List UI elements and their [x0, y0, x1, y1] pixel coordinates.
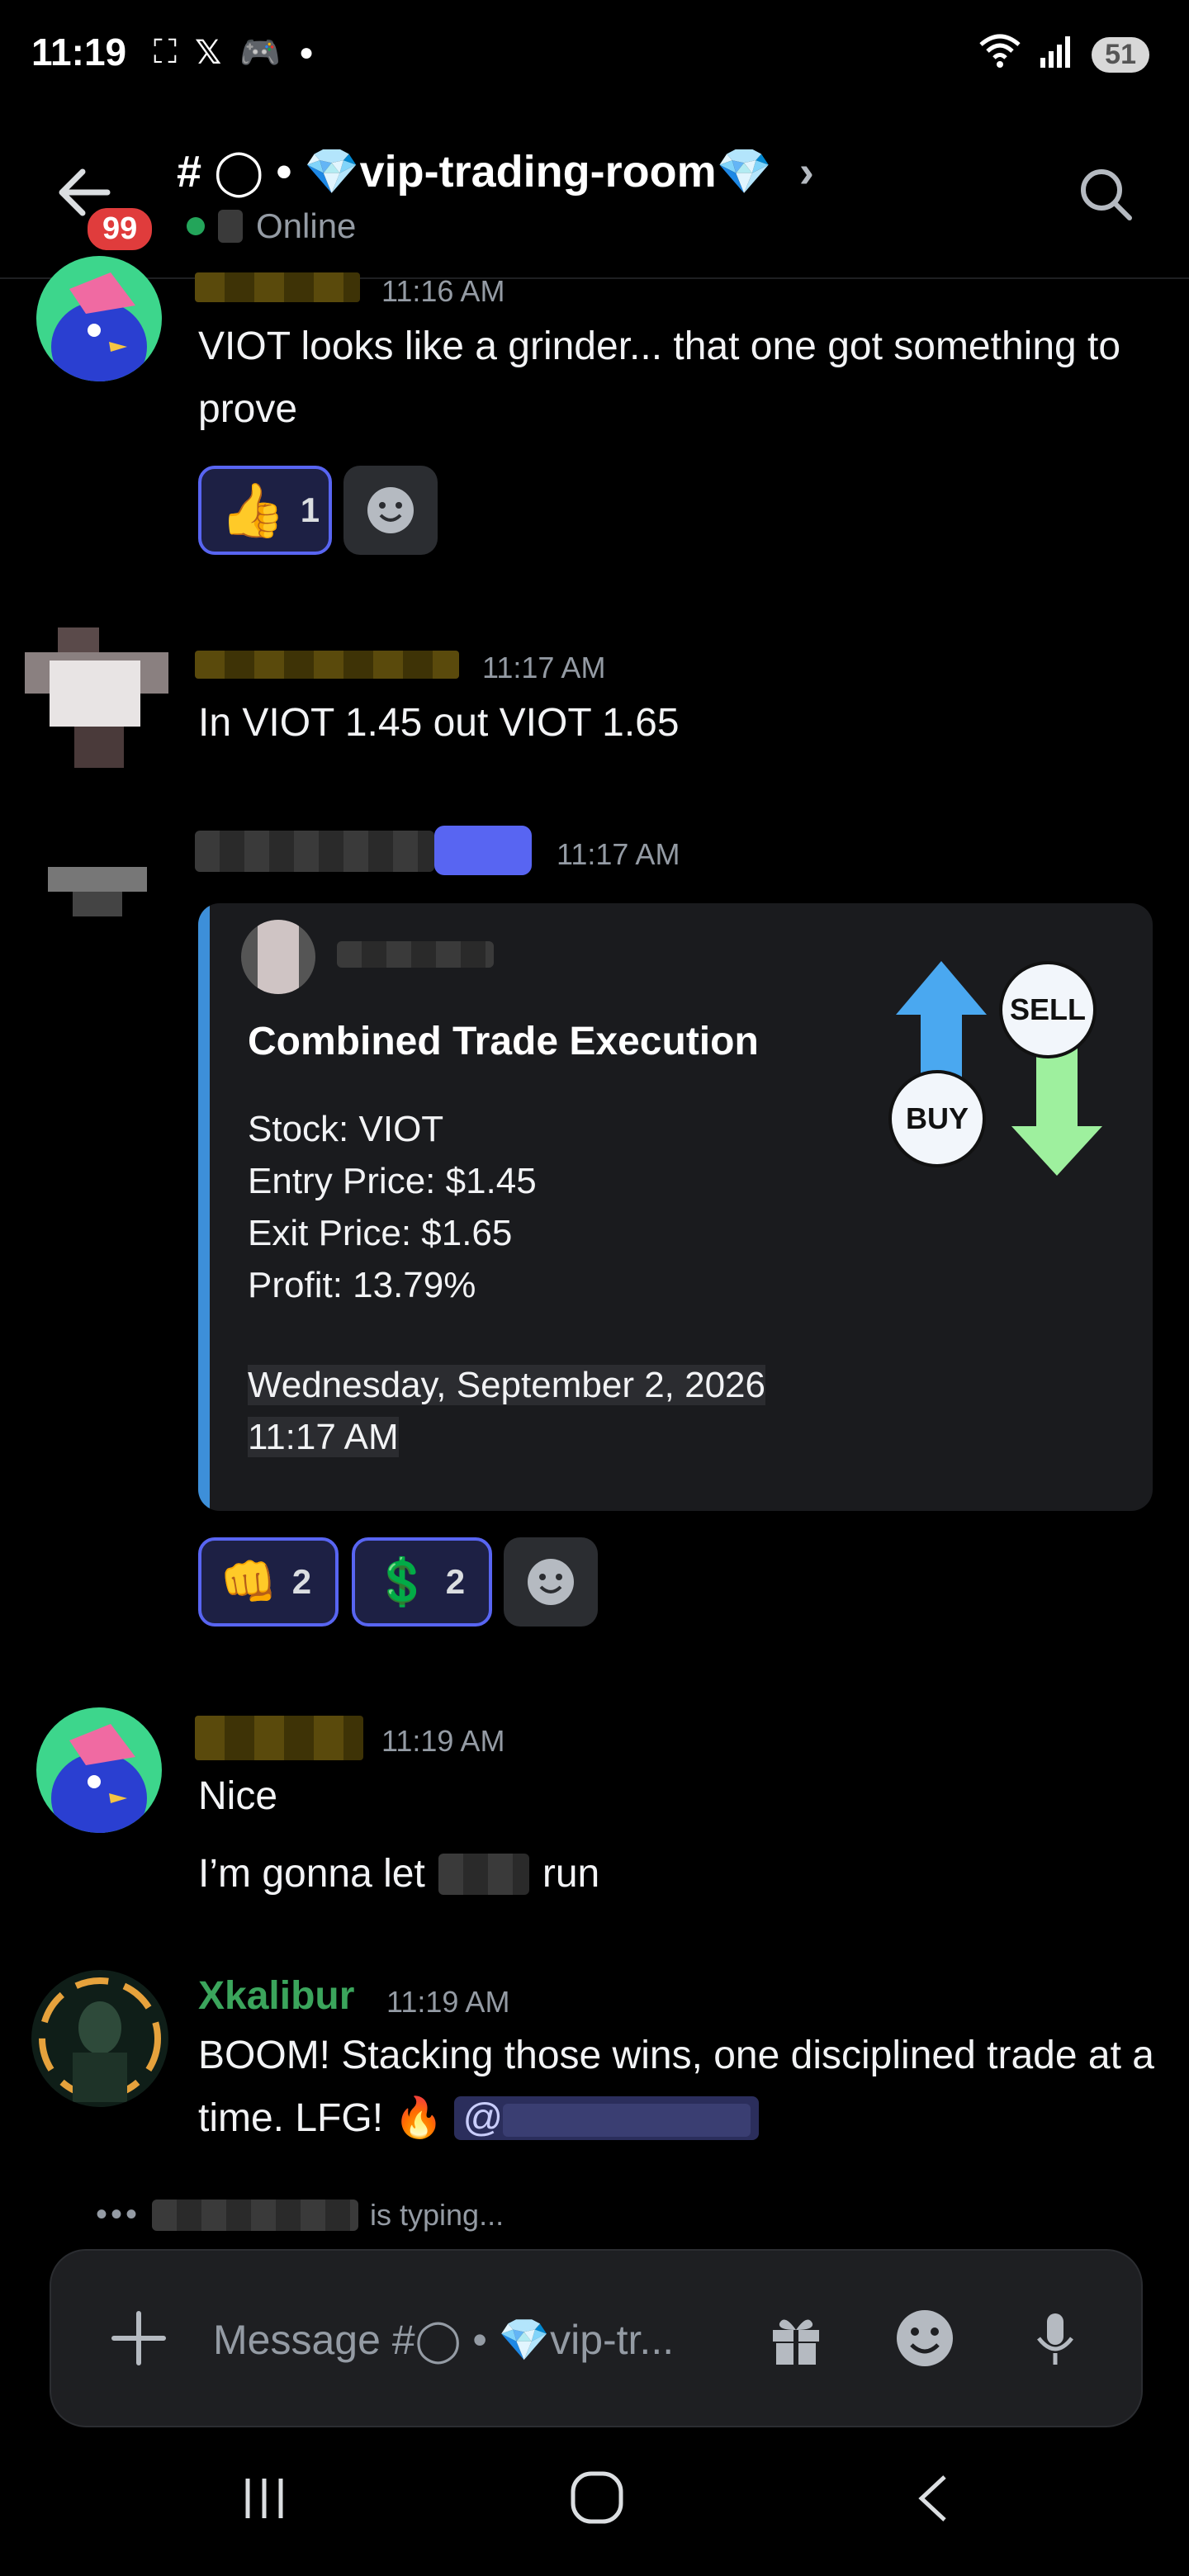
redacted-mention: [503, 2104, 751, 2138]
smiley-icon: [897, 2310, 953, 2366]
typing-indicator: ••• is typing...: [96, 2196, 504, 2233]
reaction-fist[interactable]: 👊 2: [198, 1537, 339, 1627]
message-timestamp: 11:17 AM: [557, 837, 680, 871]
embed-fields: Stock: VIOT Entry Price: $1.45 Exit Pric…: [248, 1103, 537, 1311]
home-icon: [571, 2471, 623, 2524]
trade-embed: Combined Trade Execution Stock: VIOT Ent…: [198, 903, 1153, 1511]
embed-author-avatar: [241, 920, 315, 994]
redacted-ticker: [438, 1854, 529, 1895]
user-mention[interactable]: @: [454, 2096, 760, 2140]
gift-icon: [773, 2319, 819, 2365]
recent-apps-button[interactable]: [239, 2474, 289, 2527]
avatar[interactable]: [36, 256, 162, 381]
dot-icon: ●: [299, 38, 315, 66]
avatar[interactable]: [36, 1707, 162, 1833]
typing-dots: •••: [96, 2196, 141, 2233]
channel-name: # ◯ • 💎vip-trading-room💎: [177, 147, 772, 197]
embed-time: 11:17 AM: [248, 1417, 399, 1457]
signal-icon: [1039, 35, 1075, 75]
add-reaction-button[interactable]: [504, 1537, 598, 1627]
redacted-username[interactable]: [195, 831, 434, 872]
recents-icon: [245, 2479, 283, 2518]
embed-stock: Stock: VIOT: [248, 1109, 444, 1149]
message-timestamp: 11:16 AM: [381, 274, 505, 308]
reaction-thumbs-up[interactable]: 👍 1: [198, 466, 332, 555]
channel-title[interactable]: # ◯ • 💎vip-trading-room💎 ›: [177, 145, 814, 198]
wifi-icon: [978, 33, 1022, 77]
username-xkalibur[interactable]: Xkalibur: [198, 1973, 354, 2019]
unread-badge: 99: [83, 203, 158, 255]
message-text-start: I’m gonna let: [198, 1852, 425, 1896]
avatar[interactable]: [25, 627, 168, 771]
avatar[interactable]: [31, 1970, 168, 2107]
add-attachment-button[interactable]: [106, 2305, 172, 2375]
search-button[interactable]: [1073, 162, 1139, 228]
message-text-end: run: [542, 1852, 600, 1896]
online-dot: [187, 217, 205, 235]
online-label: Online: [256, 206, 357, 245]
status-time: 11:19: [31, 31, 127, 73]
microphone-icon: [1037, 2313, 1073, 2365]
embed-title: Combined Trade Execution: [248, 1020, 759, 1063]
embed-entry: Entry Price: $1.45: [248, 1161, 537, 1201]
buy-sell-thumbnail[interactable]: SELL BUY: [883, 953, 1115, 1184]
smiley-icon: [528, 1559, 574, 1605]
system-back-button[interactable]: [908, 2472, 958, 2529]
redacted-username[interactable]: [195, 272, 360, 302]
redacted-username[interactable]: [195, 1716, 363, 1760]
battery-indicator: 51: [1092, 37, 1149, 73]
header-divider: [0, 277, 1189, 279]
redacted-username[interactable]: [195, 651, 459, 679]
message-timestamp: 11:19 AM: [386, 1985, 510, 2019]
message-input[interactable]: [211, 2315, 710, 2365]
avatar[interactable]: [48, 867, 147, 918]
screenshot-icon: ⛶: [154, 34, 177, 70]
notification-icons: ⛶ 𝕏 🎮 ●: [154, 33, 314, 72]
smiley-icon: [367, 487, 414, 533]
redacted-typing-user: [152, 2199, 359, 2231]
bot-tag: [434, 826, 532, 875]
message-text: BOOM! Stacking those wins, one disciplin…: [198, 2024, 1156, 2150]
buy-badge: BUY: [888, 1070, 986, 1167]
message-timestamp: 11:17 AM: [482, 651, 606, 684]
fist-icon: 👊: [220, 1556, 277, 1608]
add-reaction-button[interactable]: [343, 466, 438, 555]
embed-date: Wednesday, September 2, 2026: [248, 1365, 765, 1405]
reaction-count: 1: [300, 490, 320, 529]
channel-status: Online: [187, 206, 356, 246]
chevron-left-icon: [918, 2475, 946, 2522]
discord-icon: 🎮: [239, 35, 282, 71]
reaction-count: 2: [291, 1562, 312, 1601]
message-text: In VIOT 1.45 out VIOT 1.65: [198, 701, 680, 745]
reaction-dollar[interactable]: 💲 2: [352, 1537, 492, 1627]
message-text: VIOT looks like a grinder... that one go…: [198, 324, 1121, 431]
redacted-embed-author: [337, 941, 494, 968]
embed-accent-bar: [198, 903, 210, 1511]
message-timestamp: 11:19 AM: [381, 1724, 505, 1758]
system-status: 51: [978, 33, 1149, 77]
typing-text: is typing...: [370, 2197, 504, 2232]
message-text: Nice: [198, 1774, 278, 1818]
emoji-button[interactable]: [892, 2305, 958, 2375]
message-text: I’m gonna let run: [198, 1843, 599, 1906]
reaction-count: 2: [445, 1562, 466, 1601]
redacted-count: [218, 210, 243, 243]
embed-timestamp: Wednesday, September 2, 2026 11:17 AM: [248, 1359, 765, 1463]
message-composer: [50, 2249, 1143, 2427]
gift-button[interactable]: [763, 2305, 829, 2375]
thumbs-up-icon: 👍: [220, 480, 286, 540]
embed-profit: Profit: 13.79%: [248, 1265, 476, 1305]
home-button[interactable]: [568, 2469, 626, 2531]
dollar-icon: 💲: [373, 1556, 431, 1608]
embed-exit: Exit Price: $1.65: [248, 1213, 513, 1253]
sell-badge: SELL: [999, 961, 1097, 1058]
x-app-icon: 𝕏: [195, 34, 222, 71]
voice-message-button[interactable]: [1022, 2305, 1088, 2375]
plus-icon: [111, 2311, 166, 2365]
chevron-right-icon: ›: [798, 147, 814, 197]
search-icon: [1081, 169, 1132, 220]
